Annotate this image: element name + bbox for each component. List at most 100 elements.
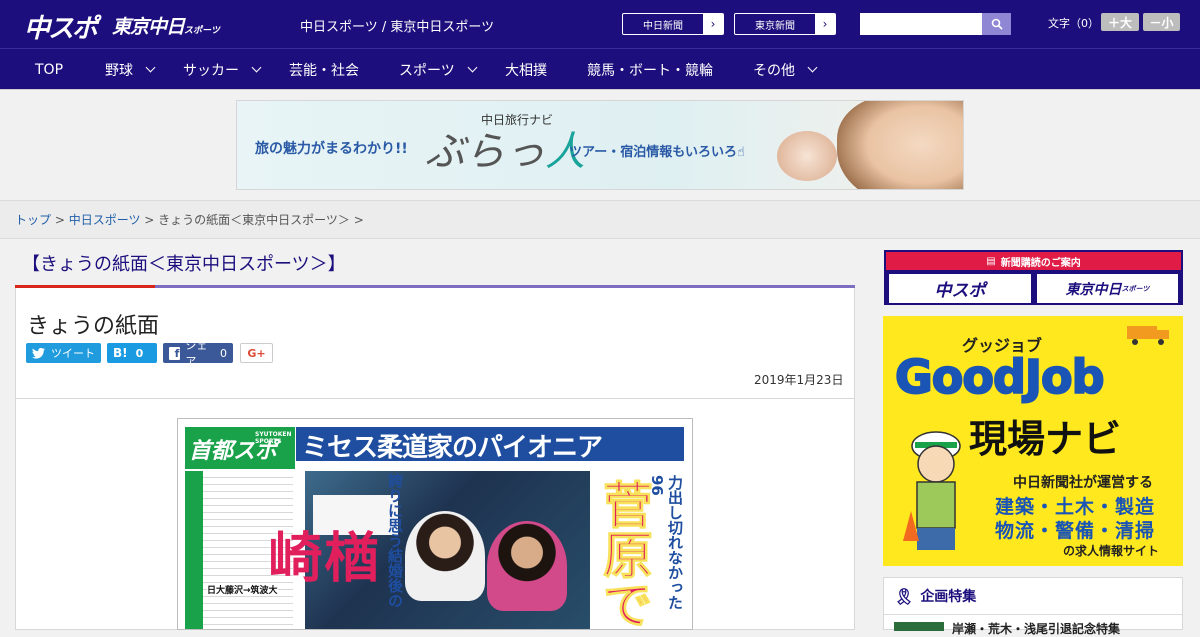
- chevron-right-icon: ›: [815, 14, 835, 34]
- goodjob-navi-title: 現場ナビ: [969, 417, 1122, 461]
- chunichi-shimbun-button[interactable]: 中日新聞 ›: [622, 13, 724, 35]
- google-plus-icon: G+: [247, 346, 266, 360]
- paper-left-strip: [185, 471, 203, 629]
- breadcrumb-top[interactable]: トップ: [15, 213, 51, 227]
- subscription-title: 新聞購読のご案内: [1000, 257, 1081, 269]
- subscription-box: ▤ 新聞購読のご案内 中スポ 東京中日 スポーツ: [884, 250, 1183, 305]
- truck-icon: [1127, 326, 1169, 345]
- font-decrease-button[interactable]: －小: [1143, 13, 1180, 31]
- font-increase-button[interactable]: ＋大: [1101, 13, 1139, 31]
- subscribe-tokyo-text: 東京中日: [1065, 281, 1122, 298]
- chevron-down-icon: [251, 62, 262, 73]
- tweet-label: ツイート: [51, 347, 95, 360]
- woman-photo: [837, 101, 963, 189]
- paper-hot-headline: 菅原で: [595, 479, 654, 630]
- banner-right-copy: ツアー・宿泊情報もいろいろ☝: [569, 141, 745, 160]
- paper-headline: ミセス柔道家のパイオニア: [296, 427, 684, 463]
- nav-entertainment[interactable]: 芸能・社会: [289, 49, 359, 90]
- hatena-bookmark-button[interactable]: B! 0: [107, 343, 157, 363]
- top-header: 中スポ 東京中日スポーツ 中日スポーツ / 東京中日スポーツ 中日新聞 › 東京…: [0, 0, 1200, 48]
- banner-brand-a: ぶらっ: [425, 129, 545, 175]
- breadcrumb-chunichi-sports[interactable]: 中日スポーツ: [69, 213, 141, 227]
- banner-brand-logo: ぶらっ人: [425, 119, 585, 177]
- breadcrumb: トップ > 中日スポーツ > きょうの紙面＜東京中日スポーツ＞ >: [15, 211, 364, 228]
- facebook-count: 0: [220, 346, 227, 360]
- page-heading: 【きょうの紙面＜東京中日スポーツ＞】: [22, 254, 346, 275]
- nav-label: スポーツ: [399, 62, 455, 79]
- paper-left-item: 日大藤沢→筑波大: [207, 583, 278, 596]
- font-size-label: 文字（0）: [1048, 17, 1099, 30]
- nav-label: 野球: [105, 62, 133, 79]
- chevron-down-icon: [807, 62, 818, 73]
- paper-photo-person: [405, 511, 485, 601]
- banner-right-text: ツアー・宿泊情報もいろいろ: [569, 145, 737, 160]
- nav-label: 芸能・社会: [289, 62, 359, 79]
- breadcrumb-separator: >: [349, 213, 364, 227]
- nav-racing[interactable]: 競馬・ボート・競輪: [587, 49, 713, 90]
- feature-heading: 🎗 企画特集: [894, 586, 976, 606]
- tokyo-shimbun-label: 東京新聞: [755, 20, 795, 32]
- nav-other[interactable]: その他: [753, 49, 818, 90]
- ribbon-icon: 🎗: [894, 586, 915, 606]
- goodjob-line3: 物流・警備・清掃: [995, 520, 1156, 542]
- nav-top[interactable]: TOP: [35, 49, 63, 90]
- chunichi-shimbun-label: 中日新聞: [643, 20, 683, 32]
- goodjob-logo: GoodJob: [894, 349, 1106, 405]
- search-input[interactable]: [860, 13, 982, 35]
- tweet-button[interactable]: ツイート: [26, 343, 101, 363]
- newspaper-front-page-image[interactable]: 首都スポ SYUTOKEN SPORTS ミセス柔道家のパイオニア 日大藤沢→筑波…: [177, 418, 693, 630]
- goodjob-line2: 建築・土木・製造: [995, 496, 1156, 518]
- nav-label: TOP: [35, 61, 64, 78]
- travel-navi-banner[interactable]: 中日旅行ナビ 旅の魅力がまるわかり!! ぶらっ人 ツアー・宿泊情報もいろいろ☝: [236, 100, 964, 190]
- nav-label: 大相撲: [505, 62, 547, 79]
- feature-rule: [884, 614, 1182, 615]
- facebook-share-button[interactable]: f シェア 0: [163, 339, 233, 368]
- subscribe-tokyo-suffix: スポーツ: [1121, 284, 1150, 293]
- search-icon: [991, 18, 1003, 30]
- subscription-title-bar: ▤ 新聞購読のご案内: [886, 252, 1181, 270]
- nav-soccer[interactable]: サッカー: [183, 49, 262, 90]
- nav-sports[interactable]: スポーツ: [399, 49, 478, 90]
- facebook-icon: f: [169, 346, 181, 360]
- tokyo-logo-suffix: スポーツ: [184, 26, 220, 36]
- paper-photo-person: [487, 521, 567, 611]
- breadcrumb-separator: >: [51, 213, 69, 227]
- pointing-hand-icon: ☝: [736, 145, 745, 160]
- tokyo-shimbun-button[interactable]: 東京新聞 ›: [734, 13, 836, 35]
- hatena-icon: B!: [113, 346, 128, 360]
- shell-image: [777, 131, 837, 181]
- newspaper-icon: ▤: [986, 255, 996, 267]
- main-nav: TOP 野球 サッカー 芸能・社会 スポーツ 大相撲 競馬・ボート・競輪 その他: [0, 48, 1200, 90]
- feature-box: 🎗 企画特集 岸瀬・荒木・浅尾引退記念特集: [883, 577, 1183, 636]
- chevron-right-icon: ›: [703, 14, 723, 34]
- subscribe-tokyo-link[interactable]: 東京中日 スポーツ: [1037, 274, 1178, 303]
- nav-label: その他: [753, 62, 795, 79]
- nav-label: サッカー: [183, 62, 239, 79]
- paper-big-name: 楢崎: [259, 529, 378, 583]
- article-title: きょうの紙面: [27, 314, 160, 339]
- subscribe-chuspo-link[interactable]: 中スポ: [889, 274, 1031, 303]
- nav-label: 競馬・ボート・競輪: [587, 62, 713, 79]
- nav-baseball[interactable]: 野球: [105, 49, 156, 90]
- banner-left-copy: 旅の魅力がまるわかり!!: [255, 141, 408, 157]
- chevron-down-icon: [467, 62, 478, 73]
- goodjob-line1: 中日新聞社が運営する: [1013, 475, 1153, 491]
- search-button[interactable]: [982, 13, 1011, 35]
- construction-worker-icon: [903, 431, 961, 550]
- paper-masthead-en: SYUTOKEN SPORTS: [255, 431, 292, 445]
- tokyo-chunichi-logo[interactable]: 東京中日スポーツ: [112, 12, 220, 39]
- hatena-count: 0: [135, 346, 144, 360]
- goodjob-ad[interactable]: グッジョブ GoodJob 現場ナビ 中日新聞社が運営する 建築・土木・製造 物…: [883, 316, 1183, 566]
- paper-right-headline: 力出し切れなかった96: [648, 475, 684, 610]
- breadcrumb-current: きょうの紙面＜東京中日スポーツ＞: [158, 213, 350, 227]
- nav-divider: [0, 89, 1200, 90]
- feature-item-link[interactable]: 岸瀬・荒木・浅尾引退記念特集: [952, 620, 1120, 637]
- google-plus-button[interactable]: G+: [240, 343, 273, 363]
- site-title: 中日スポーツ / 東京中日スポーツ: [300, 20, 495, 35]
- twitter-icon: [32, 347, 45, 359]
- article-date: 2019年1月23日: [754, 373, 844, 387]
- paper-sub-headline: 誇りに思う結婚後の: [386, 473, 404, 608]
- nav-sumo[interactable]: 大相撲: [505, 49, 547, 90]
- chuspo-logo[interactable]: 中スポ: [24, 8, 98, 45]
- facebook-label: シェア: [185, 339, 208, 368]
